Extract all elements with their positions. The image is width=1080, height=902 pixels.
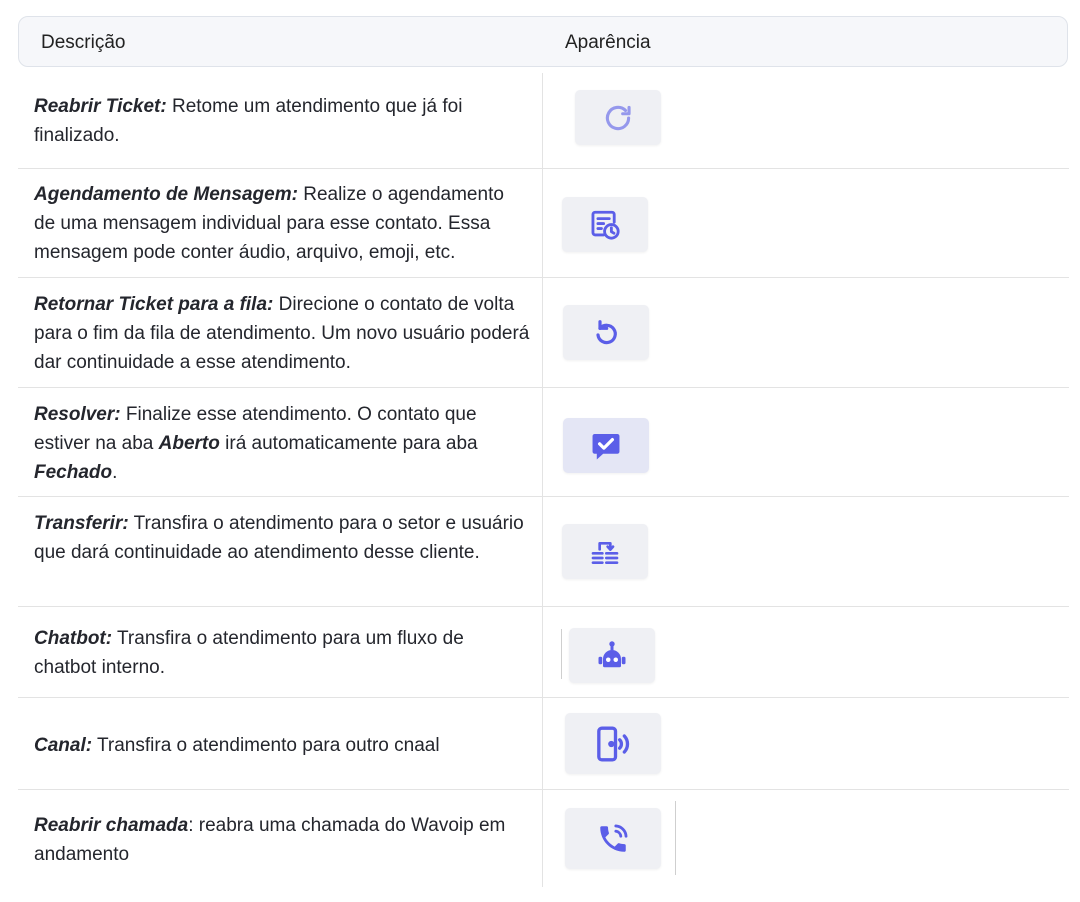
table-row: Resolver: Finalize esse atendimento. O c…	[18, 388, 1069, 497]
cursor-caret	[561, 629, 562, 679]
table-row: Chatbot: Transfira o atendimento para um…	[18, 607, 1069, 698]
resolve-icon	[592, 433, 620, 459]
channel-button[interactable]	[565, 713, 661, 774]
row-title: Reabrir chamada	[34, 815, 189, 836]
row-description: Chatbot: Transfira o atendimento para um…	[34, 628, 464, 678]
row-description: Retornar Ticket para a fila: Direcione o…	[34, 294, 530, 373]
row-title: Canal:	[34, 735, 93, 756]
row-title: Agendamento de Mensagem:	[34, 184, 298, 205]
row-title: Reabrir Ticket:	[34, 96, 167, 117]
transfer-icon	[591, 541, 619, 564]
reopen-ticket-icon	[605, 105, 631, 130]
row-title: Transferir:	[34, 513, 129, 534]
table-row: Reabrir chamada: reabra uma chamada do W…	[18, 790, 1069, 887]
reopen-call-button[interactable]	[565, 808, 661, 869]
table-row: Canal: Transfira o atendimento para outr…	[18, 698, 1069, 790]
reopen-ticket-button[interactable]	[575, 90, 661, 145]
schedule-message-icon	[591, 210, 620, 240]
table-row: Transferir: Transfira o atendimento para…	[18, 497, 1069, 607]
row-description: Canal: Transfira o atendimento para outr…	[34, 735, 440, 756]
column-header-appearance: Aparência	[565, 32, 651, 53]
return-queue-icon	[596, 319, 617, 344]
row-title: Retornar Ticket para a fila:	[34, 294, 274, 315]
resolve-button[interactable]	[563, 418, 649, 473]
row-description: Agendamento de Mensagem: Realize o agend…	[34, 184, 504, 263]
chatbot-icon	[598, 640, 626, 667]
table-row: Reabrir Ticket: Retome um atendimento qu…	[18, 73, 1069, 169]
row-title: Resolver:	[34, 404, 121, 425]
chatbot-button[interactable]	[569, 628, 655, 683]
channel-icon	[597, 726, 630, 761]
schedule-message-button[interactable]	[562, 197, 648, 252]
column-header-description: Descrição	[41, 32, 126, 53]
row-description: Transferir: Transfira o atendimento para…	[34, 513, 524, 563]
table-row: Agendamento de Mensagem: Realize o agend…	[18, 169, 1069, 278]
transfer-button[interactable]	[562, 524, 648, 579]
table-row: Retornar Ticket para a fila: Direcione o…	[18, 278, 1069, 388]
return-queue-button[interactable]	[563, 305, 649, 360]
reopen-call-icon	[600, 824, 628, 852]
row-title: Chatbot:	[34, 628, 113, 649]
row-description: Resolver: Finalize esse atendimento. O c…	[34, 404, 478, 483]
table-header: Descrição Aparência	[18, 16, 1068, 67]
row-description: Reabrir chamada: reabra uma chamada do W…	[34, 815, 506, 865]
cursor-caret	[675, 801, 676, 875]
row-description: Reabrir Ticket: Retome um atendimento qu…	[34, 96, 463, 146]
